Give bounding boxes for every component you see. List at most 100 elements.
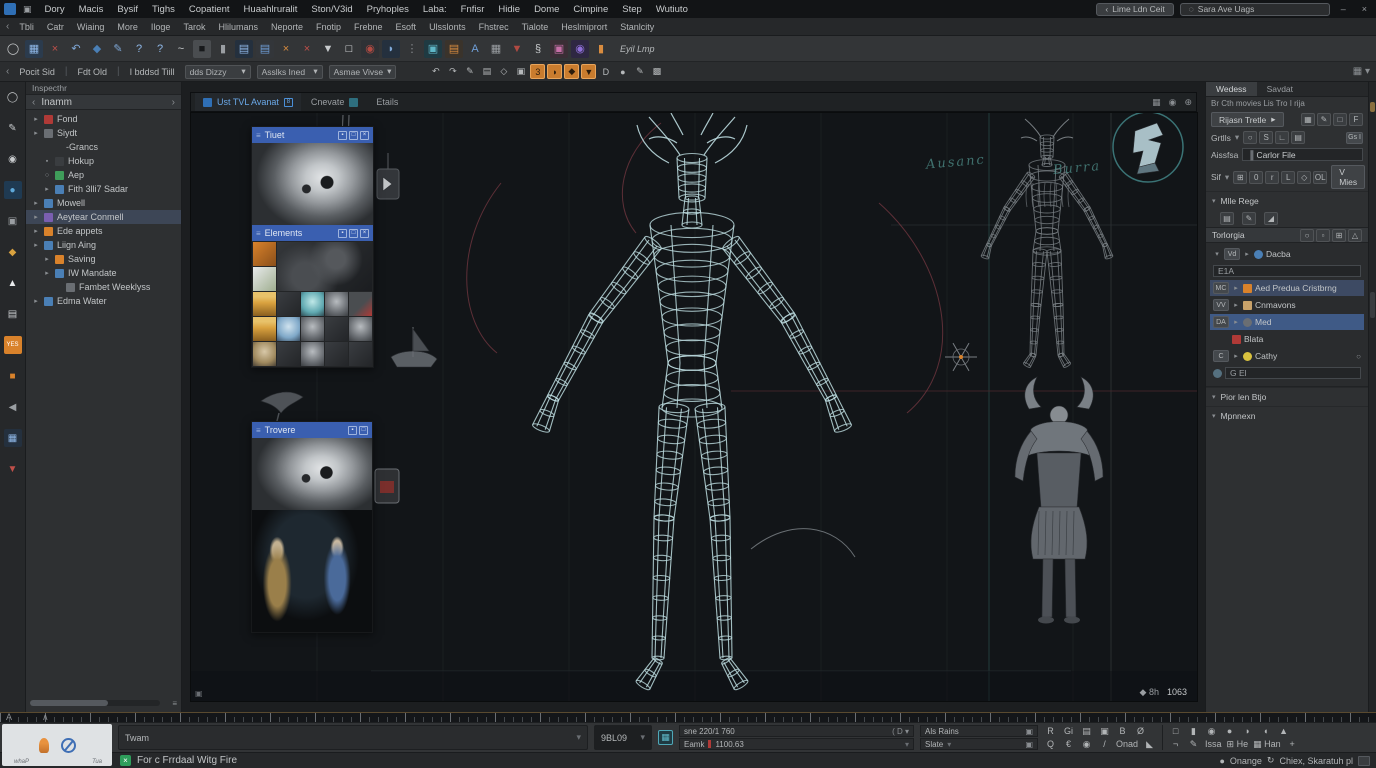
element-thumb-10[interactable] (349, 317, 372, 341)
expand-arrow-icon[interactable]: ▸ (32, 115, 40, 123)
plus2-icon[interactable]: + (1286, 738, 1299, 750)
group-bddsd[interactable]: I bddsd Tiill (126, 67, 179, 77)
menu2-frebne[interactable]: Frebne (354, 22, 383, 32)
stack-e1a[interactable]: E1A (1210, 263, 1364, 279)
snap-spinner-icon[interactable]: ▼ (581, 64, 596, 79)
menu-ston-v3id[interactable]: Ston/V3id (311, 4, 352, 15)
outliner-tab[interactable]: Inspecthr (26, 82, 181, 95)
pen4-icon[interactable]: ✎ (1242, 212, 1256, 225)
tree-item-saving[interactable]: ▸Saving (26, 252, 181, 266)
expand-arrow-icon[interactable]: ▸ (32, 129, 40, 137)
img-icon[interactable]: ▣ (1098, 725, 1111, 737)
element-thumb-12[interactable] (277, 342, 300, 366)
delete-icon[interactable]: × (46, 40, 64, 58)
element-chip-orange[interactable] (253, 242, 276, 266)
expand-arrow-icon[interactable]: ▸ (1243, 250, 1251, 258)
sheet-icon[interactable]: ▤ (479, 64, 494, 79)
tree-item-iw-mandate[interactable]: ▸IW Mandate (26, 266, 181, 280)
menu2-hlilumans[interactable]: Hlilumans (218, 22, 258, 32)
issa-label[interactable]: Issa (1205, 738, 1222, 750)
d-icon[interactable]: D (598, 64, 613, 79)
expand-arrow-icon[interactable]: ▸ (1232, 318, 1240, 326)
bell-icon[interactable]: ◉ (1080, 738, 1093, 750)
als-field[interactable]: Als Rains ▣ (920, 725, 1038, 737)
brush-red-icon[interactable]: ▼ (508, 40, 526, 58)
redo2-icon[interactable]: ↷ (445, 64, 460, 79)
tree-item-fond[interactable]: ▸Fond (26, 112, 181, 126)
menu-laba[interactable]: Laba: (423, 4, 447, 15)
search-box[interactable]: ◌ Sara Ave Uags (1180, 3, 1330, 16)
badge2-icon[interactable]: ◗ (1241, 725, 1254, 737)
window2-icon[interactable]: □ (1169, 725, 1182, 737)
viewport-canvas[interactable]: Ausanc Burra ≡ Tiuet ▪ □ × (190, 112, 1198, 702)
l-icon[interactable]: L (1281, 171, 1295, 184)
color-file-field[interactable]: ▐Carlor File (1242, 148, 1363, 161)
eye-icon[interactable]: ◉ (1169, 97, 1177, 108)
stack-field[interactable]: E1A (1213, 265, 1361, 277)
disc-icon[interactable]: ◉ (1205, 725, 1218, 737)
status-mini-box[interactable] (1358, 756, 1370, 766)
menu-macis[interactable]: Macis (79, 4, 104, 15)
key-icon[interactable]: ◆ (4, 243, 22, 261)
f-btn-icon[interactable]: F (1349, 113, 1363, 126)
slate-dropdown[interactable]: Slate ▾ ▣ (920, 738, 1038, 750)
spray-icon[interactable]: ▮ (592, 40, 610, 58)
menu-copatient[interactable]: Copatient (189, 4, 230, 15)
grid-btn-icon[interactable]: ▦ (1301, 113, 1315, 126)
tab-wedess[interactable]: Wedess (1206, 82, 1257, 96)
layout-switch-button[interactable]: ‹ Lime Ldn Ceit (1096, 3, 1173, 16)
stack-cnmavons[interactable]: VV▸Cnmavons (1210, 297, 1364, 313)
element-thumb-9[interactable] (325, 317, 348, 341)
stack-aed[interactable]: MC▸Aed Predua Cristbrng (1210, 280, 1364, 296)
compass-icon[interactable] (61, 738, 76, 753)
zero-icon[interactable]: 0 (1249, 171, 1263, 184)
render-frame-icon[interactable]: ◗ (382, 40, 400, 58)
menu2-neporte[interactable]: Neporte (271, 22, 303, 32)
plus-btn-icon[interactable]: ⊞ (1332, 229, 1346, 242)
element-chip-light[interactable] (253, 267, 276, 291)
panel-pin-icon[interactable]: ▪ (348, 426, 357, 435)
stamp-icon[interactable]: ▼ (319, 40, 337, 58)
expand-arrow-icon[interactable]: ○ (43, 172, 51, 179)
menu-bysif[interactable]: Bysif (117, 4, 138, 15)
bone-icon[interactable]: § (529, 40, 547, 58)
open-folder-icon[interactable]: □ (340, 40, 358, 58)
flag-icon[interactable]: ◢ (1264, 212, 1278, 225)
pen2-icon[interactable]: ✎ (462, 64, 477, 79)
neg-icon[interactable]: ¬ (1169, 738, 1182, 750)
lung-icon[interactable]: ◉ (571, 40, 589, 58)
menu2-iloge[interactable]: Iloge (151, 22, 171, 32)
element-thumb-11[interactable] (253, 342, 276, 366)
stack-blata[interactable]: Blata (1210, 331, 1364, 347)
menu2-esoft[interactable]: Esoft (396, 22, 417, 32)
stack-dacba[interactable]: ▾Vd▸Dacba (1210, 246, 1364, 262)
menu2-tbli[interactable]: Tbli (19, 22, 34, 32)
dia-icon[interactable]: ◇ (1297, 171, 1311, 184)
section-prior[interactable]: ▾ Pior len Btjo (1206, 387, 1368, 406)
panel-close-icon[interactable]: × (360, 131, 369, 140)
menu2-stanlcity[interactable]: Stanlcity (620, 22, 654, 32)
close-button[interactable]: × (1357, 4, 1372, 14)
pen5-icon[interactable]: ✎ (1187, 738, 1200, 750)
expand-arrow-icon[interactable]: ▪ (43, 158, 51, 165)
biped-icon[interactable] (39, 738, 49, 753)
tab-savdat[interactable]: Savdat (1257, 82, 1303, 96)
tab-etails[interactable]: Etails (368, 93, 406, 111)
red-brush-icon[interactable]: ▼ (4, 460, 22, 478)
section-mam[interactable]: ▾ Mpnnexn (1206, 406, 1368, 425)
menu2-ulsslonts[interactable]: Ulsslonts (429, 22, 466, 32)
undo2-icon[interactable]: ↶ (428, 64, 443, 79)
timeline-ruler[interactable] (0, 712, 1376, 722)
expand-arrow-icon[interactable]: ▸ (43, 269, 51, 277)
vmies-button[interactable]: V Mies (1331, 165, 1365, 189)
slate-icon[interactable]: ■ (193, 40, 211, 58)
menu2-fhstrec[interactable]: Fhstrec (479, 22, 509, 32)
menu-dory[interactable]: Dory (45, 4, 65, 15)
dot-icon[interactable]: ● (615, 64, 630, 79)
hook-icon[interactable]: ~ (172, 40, 190, 58)
search-icon[interactable]: ◯ (4, 88, 22, 106)
menu-fnfisr[interactable]: Fnfisr (461, 4, 485, 15)
globe-icon[interactable]: ● (4, 181, 22, 199)
checker-btn-icon[interactable]: □ (1333, 113, 1347, 126)
stack-gel[interactable]: G El (1210, 365, 1364, 381)
